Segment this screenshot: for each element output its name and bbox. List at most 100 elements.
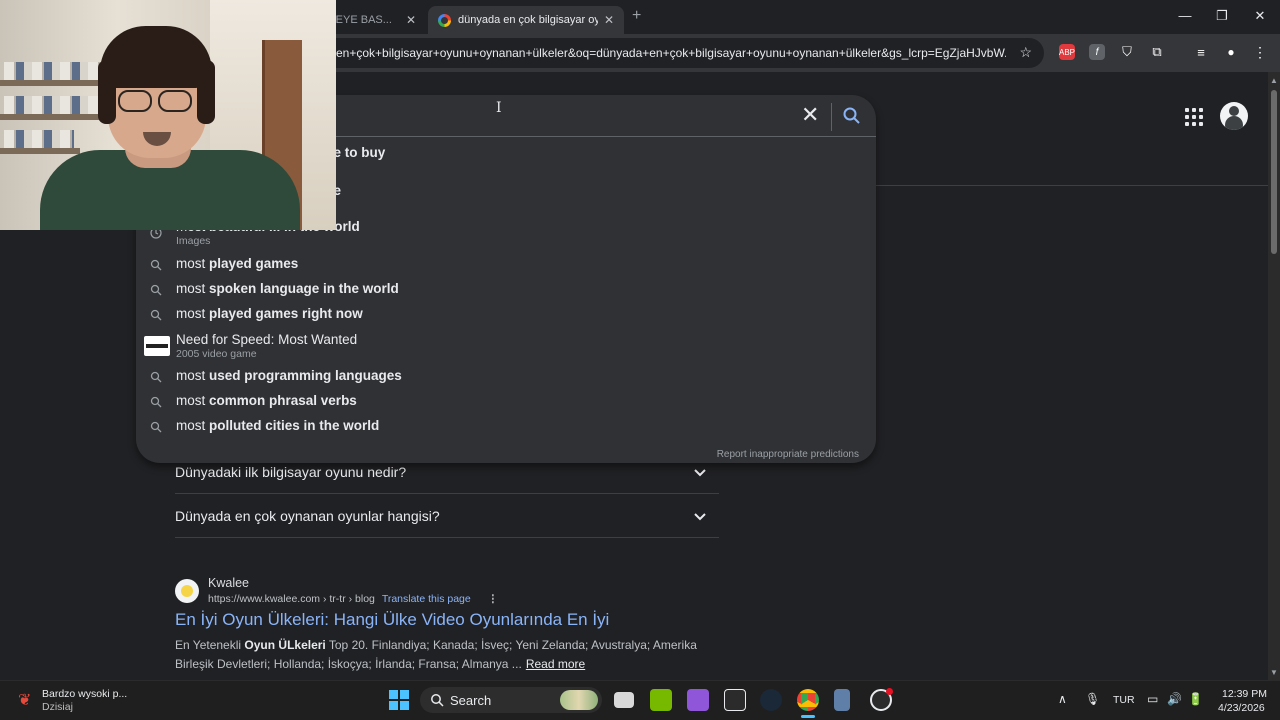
address-url: en+çok+bilgisayar+oyunu+oynanan+ülkeler&… — [336, 46, 1006, 60]
question-text: Dünyada en çok oynanan oyunlar hangisi? — [175, 507, 440, 524]
related-question[interactable]: Dünyada en çok oynanan oyunlar hangisi? — [175, 494, 719, 538]
suggestion-completion: played games — [209, 256, 299, 271]
clock-date[interactable]: 4/23/2026 — [1218, 702, 1265, 714]
chrome-icon[interactable] — [797, 689, 819, 711]
suggestion-subtitle: 2005 video game — [176, 348, 257, 360]
scroll-down-icon[interactable]: ▼ — [1270, 668, 1278, 677]
clear-search-icon[interactable]: ✕ — [801, 103, 819, 127]
suggestion-item[interactable]: most common phrasal verbs — [176, 393, 357, 408]
suggestion-completion: spoken language in the world — [209, 281, 399, 296]
suggestion-prefix: most — [176, 368, 210, 383]
suggestion-subtitle: Images — [176, 235, 211, 247]
screen: ÜĞMEYE BAS... ✕ dünyada en çok bilgisaya… — [0, 0, 1280, 720]
menu-icon[interactable]: ⋮ — [1252, 44, 1268, 60]
tab-active[interactable]: dünyada en çok bilgisayar oyu ✕ — [428, 6, 624, 34]
chevron-down-icon — [694, 469, 706, 477]
suggestion-prefix: most — [176, 418, 210, 433]
header-divider — [876, 185, 1268, 186]
maximize-button[interactable]: ❐ — [1212, 8, 1232, 24]
suggestion-item[interactable]: most played games — [176, 256, 298, 271]
notification-title[interactable]: Bardzo wysoki p... — [42, 688, 127, 700]
search-icon — [150, 284, 162, 296]
question-text: Dünyadaki ilk bilgisayar oyunu nedir? — [175, 463, 407, 480]
tab-close-icon[interactable]: ✕ — [406, 13, 416, 27]
result-title-link[interactable]: En İyi Oyun Ülkeleri: Hangi Ülke Video O… — [175, 610, 609, 630]
webcam-person-hair — [197, 60, 215, 124]
tab-close-icon[interactable]: ✕ — [604, 13, 614, 27]
search-icon — [150, 371, 162, 383]
bookmark-star-icon[interactable]: ☆ — [1019, 44, 1032, 61]
suggestion-item[interactable]: most polluted cities in the world — [176, 418, 379, 433]
taskbar-search[interactable]: Search — [420, 687, 602, 713]
close-window-button[interactable]: ✕ — [1250, 8, 1270, 24]
result-site-name[interactable]: Kwalee — [208, 576, 249, 590]
visual-studio-icon[interactable] — [687, 689, 709, 711]
battery-icon[interactable]: 🔋 — [1188, 692, 1203, 706]
file-explorer-icon[interactable] — [614, 692, 634, 708]
google-apps-icon[interactable] — [1185, 108, 1203, 126]
report-predictions-link[interactable]: Report inappropriate predictions — [717, 449, 859, 460]
account-avatar[interactable] — [1220, 102, 1248, 130]
new-tab-button[interactable]: + — [632, 7, 641, 25]
text-cursor-icon: I — [496, 100, 502, 116]
taskbar-search-label: Search — [450, 692, 492, 708]
notification-dot — [886, 688, 893, 695]
suggestion-prefix: most — [176, 393, 210, 408]
search-icon — [150, 259, 162, 271]
scroll-up-icon[interactable]: ▲ — [1270, 76, 1278, 85]
webcam-shelf — [0, 80, 110, 86]
game-thumbnail — [144, 336, 170, 356]
suggestion-prefix: most — [176, 281, 210, 296]
app-icon[interactable] — [834, 689, 850, 711]
suggestion-completion: played games right now — [209, 306, 363, 321]
suggestion-item[interactable]: most spoken language in the world — [176, 281, 399, 296]
font-extension-icon[interactable]: f — [1089, 44, 1105, 60]
profile-icon[interactable]: ● — [1223, 44, 1239, 60]
suggestion-prefix: most — [176, 256, 210, 271]
shield-extension-icon[interactable]: ⛉ — [1119, 44, 1135, 60]
site-favicon-icon — [175, 579, 199, 603]
webcam-shelf-items — [4, 96, 100, 114]
page-scrollbar[interactable]: ▲ ▼ — [1268, 72, 1280, 680]
webcam-overlay — [0, 0, 336, 230]
snippet-text: En Yetenekli — [175, 638, 245, 652]
chevron-down-icon — [694, 513, 706, 521]
webcam-shelf-items — [4, 62, 100, 80]
microphone-icon[interactable]: 🎙 — [1085, 692, 1100, 706]
weather-alert-icon[interactable]: ❦ — [18, 690, 31, 710]
webcam-shelf — [0, 148, 80, 154]
search-icon — [431, 694, 444, 707]
volume-icon[interactable]: 🔊 — [1167, 692, 1182, 706]
search-highlight-icon — [560, 690, 598, 710]
clock-time[interactable]: 12:39 PM — [1222, 688, 1267, 700]
more-options-icon[interactable]: ⋮ — [488, 593, 499, 605]
adblock-icon[interactable]: ABP — [1059, 44, 1075, 60]
minimize-button[interactable]: — — [1175, 8, 1195, 23]
epic-games-icon[interactable] — [724, 689, 746, 711]
webcam-shelf — [0, 114, 110, 120]
webcam-person-hair — [100, 26, 212, 88]
scroll-thumb[interactable] — [1271, 90, 1277, 254]
read-more-link[interactable]: Read more — [526, 657, 585, 671]
active-app-indicator — [801, 715, 815, 718]
puzzle-icon[interactable]: ⧉ — [1149, 44, 1165, 60]
network-icon[interactable]: ▭ — [1147, 692, 1158, 706]
search-icon — [150, 396, 162, 408]
search-icon — [150, 309, 162, 321]
webcam-person-hair — [98, 60, 116, 124]
translate-link[interactable]: Translate this page — [382, 593, 471, 605]
result-url-line: https://www.kwalee.com › tr-tr › blog Tr… — [208, 593, 498, 605]
tray-overflow-icon[interactable]: ∧ — [1058, 692, 1067, 706]
suggestion-prefix: most — [176, 306, 210, 321]
nvidia-icon[interactable] — [650, 689, 672, 711]
language-indicator[interactable]: TUR — [1113, 694, 1135, 706]
windows-start-icon[interactable] — [389, 690, 409, 710]
suggestion-item[interactable]: most played games right now — [176, 306, 363, 321]
media-icon[interactable]: ≡ — [1193, 44, 1209, 60]
search-divider — [831, 103, 832, 131]
steam-icon[interactable] — [760, 689, 782, 711]
address-bar[interactable]: en+çok+bilgisayar+oyunu+oynanan+ülkeler&… — [300, 38, 1044, 68]
search-icon[interactable] — [842, 106, 862, 126]
suggestion-item[interactable]: Need for Speed: Most Wanted 2005 video ga… — [176, 332, 357, 360]
suggestion-item[interactable]: most used programming languages — [176, 368, 402, 383]
